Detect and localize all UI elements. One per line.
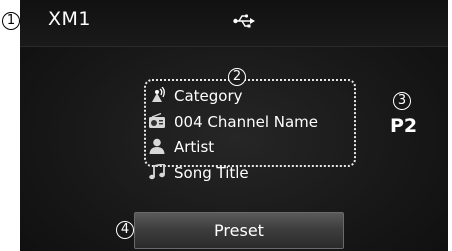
radio-icon [149, 113, 165, 128]
artist-row: Artist [148, 137, 214, 157]
band-label: XM1 [48, 8, 91, 30]
channel-row: 004 Channel Name [148, 112, 318, 132]
song-text: Song Title [174, 164, 249, 182]
category-text: Category [174, 87, 243, 105]
usb-icon [233, 14, 255, 28]
person-icon [149, 138, 165, 154]
song-row: Song Title [148, 163, 249, 183]
preset-number: P2 [390, 115, 418, 137]
figure-frame: 1 XM1 2 3 Category 004 Channel Name Arti… [0, 0, 452, 251]
callout-4: 4 [116, 221, 134, 239]
callout-3: 3 [393, 92, 411, 110]
music-note-icon [149, 164, 165, 180]
antenna-icon [152, 87, 165, 102]
radio-screen: XM1 2 3 Category 004 Channel Name Artist… [20, 0, 448, 251]
title-bar: XM1 [20, 0, 448, 47]
category-row: Category [148, 86, 243, 106]
artist-text: Artist [174, 138, 215, 156]
callout-1: 1 [2, 12, 20, 30]
callout-2: 2 [228, 68, 246, 86]
preset-button[interactable]: Preset [134, 212, 344, 249]
channel-text: 004 Channel Name [174, 113, 319, 131]
